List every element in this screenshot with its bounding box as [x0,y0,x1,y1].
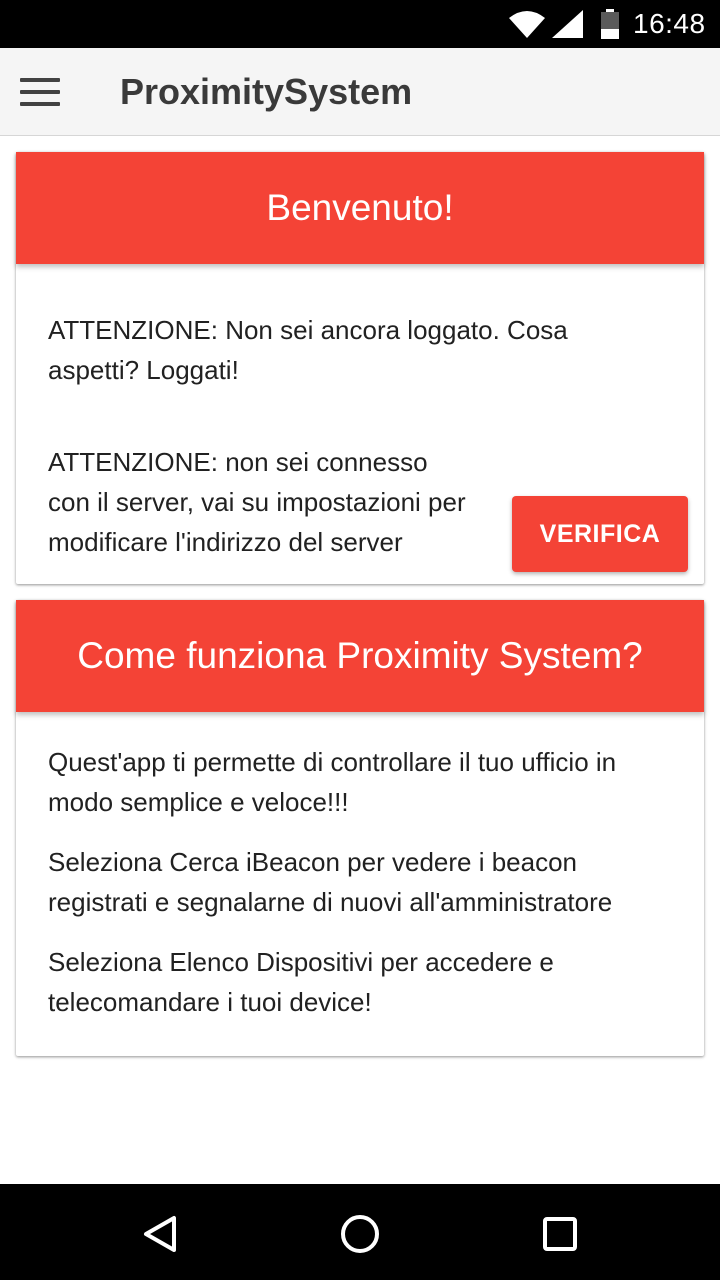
info-paragraph: Seleziona Cerca iBeacon per vedere i bea… [48,842,688,922]
menu-icon[interactable] [20,78,60,106]
home-icon[interactable] [338,1212,382,1256]
server-warning-line: modificare l'indirizzo del server [48,527,403,557]
back-icon[interactable] [138,1212,182,1256]
server-warning-line: ATTENZIONE: non sei connesso [48,447,428,477]
info-card-header: Come funziona Proximity System? [16,600,704,712]
info-paragraph-line: modo semplice e veloce!!! [48,787,349,817]
welcome-card-header: Benvenuto! [16,152,704,264]
navigation-bar [0,1184,720,1280]
info-paragraph: Quest'app ti permette di controllare il … [48,742,688,822]
recents-icon[interactable] [538,1212,582,1256]
wifi-icon [509,11,545,38]
welcome-title: Benvenuto! [266,187,454,228]
battery-icon [601,9,619,39]
info-paragraph-line: Seleziona Elenco Dispositivi per acceder… [48,947,554,977]
verify-button[interactable]: VERIFICA [512,496,688,572]
login-warning-line: aspetti? Loggati! [48,355,239,385]
info-card: Come funziona Proximity System? Quest'ap… [16,600,704,1056]
signal-icon [552,10,583,38]
page-title: ProximitySystem [120,71,413,112]
app-bar: ProximitySystem [0,48,720,136]
server-warning-line: con il server, vai su impostazioni per [48,487,466,517]
info-paragraph: Seleziona Elenco Dispositivi per acceder… [48,942,688,1022]
login-warning-line: ATTENZIONE: Non sei ancora loggato. Cosa [48,315,568,345]
info-paragraph-line: Quest'app ti permette di controllare il … [48,747,617,777]
info-paragraph-line: Seleziona Cerca iBeacon per vedere i bea… [48,847,578,877]
info-paragraph-line: telecomandare i tuoi device! [48,987,372,1017]
clock: 16:48 [633,8,706,39]
welcome-card: Benvenuto! ATTENZIONE: Non sei ancora lo… [16,152,704,584]
info-paragraph-line: registrati e segnalarne di nuovi all'amm… [48,887,613,917]
server-warning: ATTENZIONE: non sei connesso con il serv… [48,442,508,562]
login-warning: ATTENZIONE: Non sei ancora loggato. Cosa… [48,310,668,390]
info-title: Come funziona Proximity System? [77,635,643,676]
status-bar: 16:48 [0,0,720,48]
